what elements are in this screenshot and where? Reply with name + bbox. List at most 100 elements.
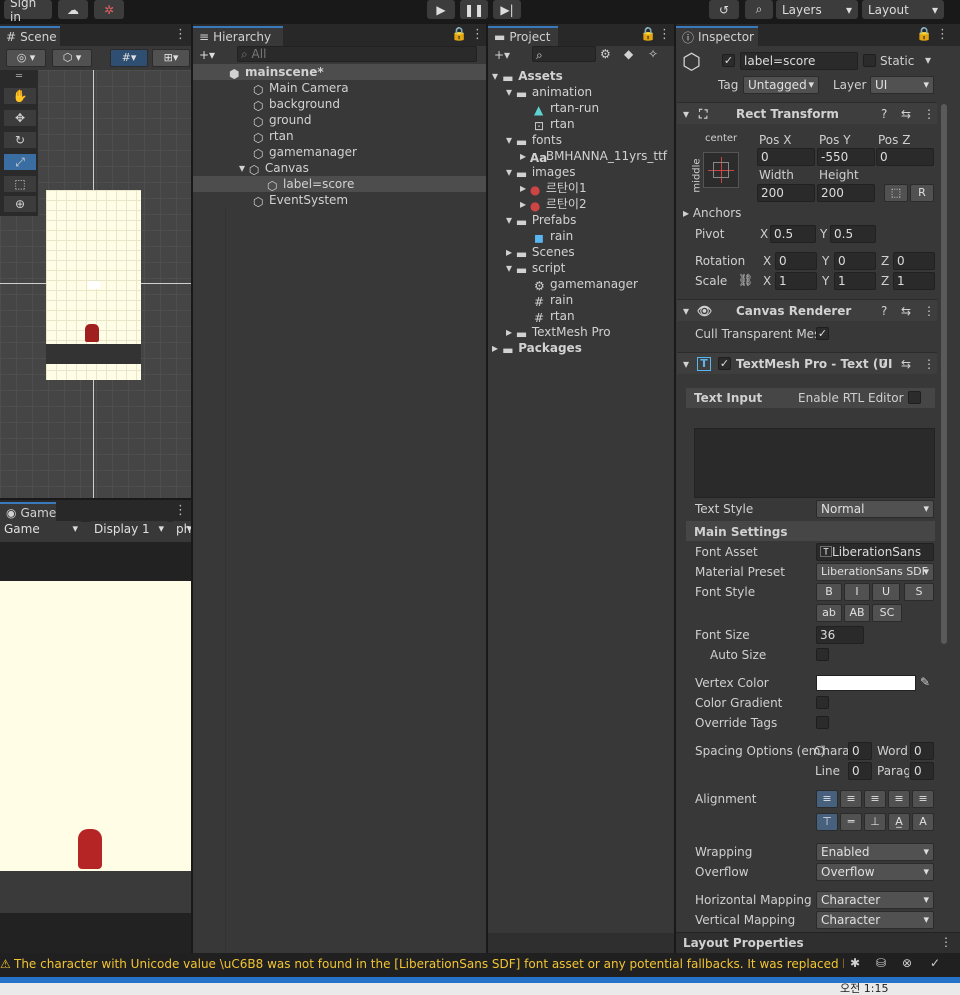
scale-z-field[interactable]: 1 bbox=[893, 272, 935, 290]
cloud-icon[interactable]: ☁ bbox=[58, 0, 88, 19]
valign-midline-button[interactable]: A bbox=[912, 813, 934, 831]
project-item[interactable]: ▸ ● 르탄이2 bbox=[520, 196, 587, 213]
step-button[interactable]: ▶| bbox=[493, 0, 521, 19]
collab-icon[interactable]: ✲ bbox=[94, 0, 124, 19]
rain-sprite[interactable] bbox=[87, 281, 101, 289]
menu-icon[interactable]: ⋮ bbox=[923, 103, 935, 125]
hand-tool-icon[interactable]: ✋ bbox=[4, 88, 36, 104]
italic-button[interactable]: I bbox=[844, 583, 870, 601]
project-item[interactable]: ▾ ▬ script bbox=[506, 260, 565, 277]
preset-icon[interactable]: ⇆ bbox=[901, 103, 911, 125]
valign-middle-button[interactable]: ═ bbox=[840, 813, 862, 831]
font-size-field[interactable]: 36 bbox=[816, 626, 864, 644]
line-spacing-field[interactable]: 0 bbox=[848, 762, 872, 780]
align-justify-button[interactable]: ≡ bbox=[888, 790, 910, 808]
color-gradient-checkbox[interactable] bbox=[816, 696, 829, 709]
rotation-z-field[interactable]: 0 bbox=[893, 252, 935, 270]
layer-dropdown[interactable]: UI bbox=[870, 76, 934, 94]
link-icon[interactable]: ⛓ bbox=[738, 273, 753, 287]
layout-properties-bar[interactable]: Layout Properties ⋮ bbox=[676, 932, 960, 953]
hierarchy-search-input[interactable]: ⌕ All bbox=[237, 46, 477, 62]
rotate-tool-icon[interactable]: ↻ bbox=[4, 132, 36, 148]
override-tags-checkbox[interactable] bbox=[816, 716, 829, 729]
scene-root[interactable]: ⬢ mainscene* bbox=[193, 64, 486, 81]
help-icon[interactable]: ? bbox=[881, 353, 887, 375]
valign-bottom-button[interactable]: ⊥ bbox=[864, 813, 886, 831]
resolution-dropdown[interactable]: pho bbox=[172, 521, 191, 539]
hierarchy-item[interactable]: ⬡ Main Camera bbox=[253, 80, 349, 97]
project-item[interactable]: ▲ rtan-run bbox=[534, 100, 599, 117]
cache-icon[interactable]: ⛁ bbox=[876, 956, 886, 970]
paragraph-spacing-field[interactable]: 0 bbox=[910, 762, 934, 780]
menu-icon[interactable]: ⋮ bbox=[471, 27, 484, 42]
game-viewport[interactable] bbox=[0, 542, 191, 953]
filter-icon[interactable]: ⚙ bbox=[600, 46, 611, 62]
project-item[interactable]: ⊡ rtan bbox=[534, 116, 575, 133]
raw-edit-button[interactable]: R bbox=[910, 184, 934, 202]
tab-project[interactable]: ▬ Project bbox=[488, 26, 558, 46]
blueprint-button[interactable]: ⬚ bbox=[884, 184, 908, 202]
strikethrough-button[interactable]: S bbox=[904, 583, 934, 601]
pivot-y-field[interactable]: 0.5 bbox=[830, 225, 876, 243]
align-center-button[interactable]: ≡ bbox=[840, 790, 862, 808]
hierarchy-item[interactable]: ⬡ ground bbox=[253, 112, 311, 129]
rect-transform-header[interactable]: ▾ ⛶ Rect Transform ? ⇆ ⋮ bbox=[677, 102, 937, 124]
lowercase-button[interactable]: ab bbox=[816, 604, 842, 622]
project-item[interactable]: ▸ ▬ Scenes bbox=[506, 244, 575, 261]
game-mode-dropdown[interactable]: Game bbox=[0, 521, 82, 539]
sign-in-button[interactable]: Sign in bbox=[4, 0, 52, 24]
play-button[interactable]: ▶ bbox=[427, 0, 455, 19]
uppercase-button[interactable]: AB bbox=[844, 604, 870, 622]
add-button[interactable]: +▾ bbox=[494, 47, 510, 63]
hierarchy-item[interactable]: ⬡ rtan bbox=[253, 128, 294, 145]
inspector-scrollbar[interactable] bbox=[941, 104, 947, 644]
shading-dropdown[interactable]: ⬡ ▾ bbox=[52, 49, 92, 67]
scale-x-field[interactable]: 1 bbox=[775, 272, 817, 290]
move-tool-icon[interactable]: ✥ bbox=[4, 110, 36, 126]
wrapping-dropdown[interactable]: Enabled bbox=[816, 843, 934, 861]
text-style-dropdown[interactable]: Normal bbox=[816, 500, 934, 518]
tab-game[interactable]: ◉ Game bbox=[0, 502, 56, 522]
hierarchy-item[interactable]: ⬡ EventSystem bbox=[253, 192, 348, 209]
cull-checkbox[interactable]: ✓ bbox=[816, 327, 829, 340]
rect-tool-icon[interactable]: ⬚ bbox=[4, 176, 36, 192]
text-input-area[interactable] bbox=[694, 428, 935, 498]
menu-icon[interactable]: ⋮ bbox=[940, 935, 952, 949]
canvas-renderer-header[interactable]: ▾ 👁 Canvas Renderer ? ⇆ ⋮ bbox=[677, 299, 937, 321]
project-search-input[interactable]: ⌕ bbox=[532, 46, 596, 62]
menu-icon[interactable]: ⋮ bbox=[936, 27, 949, 42]
check-icon[interactable]: ✓ bbox=[930, 956, 940, 970]
vertex-color-swatch[interactable] bbox=[816, 675, 916, 691]
ground-sprite[interactable] bbox=[46, 344, 141, 364]
anchor-preset-button[interactable] bbox=[703, 152, 739, 188]
project-item[interactable]: ▾ ▬ Assets bbox=[492, 68, 563, 85]
align-flush-button[interactable]: ≡ bbox=[912, 790, 934, 808]
preset-icon[interactable]: ⇆ bbox=[901, 300, 911, 322]
pos-x-field[interactable]: 0 bbox=[757, 148, 815, 166]
align-left-button[interactable]: ≡ bbox=[816, 790, 838, 808]
char-spacing-field[interactable]: 0 bbox=[848, 742, 872, 760]
lock-icon[interactable]: 🔒 bbox=[916, 27, 932, 42]
rotation-y-field[interactable]: 0 bbox=[834, 252, 876, 270]
pos-z-field[interactable]: 0 bbox=[876, 148, 934, 166]
eyedropper-icon[interactable]: ✎ bbox=[920, 675, 930, 689]
status-bar[interactable]: ⚠ The character with Unicode value \uC6B… bbox=[0, 953, 960, 977]
debug-icon[interactable]: ✱ bbox=[850, 956, 860, 970]
pause-button[interactable]: ❚❚ bbox=[460, 0, 488, 19]
project-item[interactable]: ▸ ▬ TextMesh Pro bbox=[506, 324, 611, 341]
gizmo-dropdown[interactable]: ◎ ▾ bbox=[6, 49, 46, 67]
rtan-sprite[interactable] bbox=[85, 324, 99, 342]
overflow-dropdown[interactable]: Overflow bbox=[816, 863, 934, 881]
star-icon[interactable]: ✧ bbox=[648, 46, 658, 62]
pivot-x-field[interactable]: 0.5 bbox=[770, 225, 816, 243]
network-icon[interactable]: ⊗ bbox=[902, 956, 912, 970]
object-name-input[interactable]: label=score bbox=[740, 52, 858, 70]
layers-dropdown[interactable]: Layers ▾ bbox=[776, 0, 858, 19]
project-item[interactable]: ▾ ▬ fonts bbox=[506, 132, 562, 149]
valign-baseline-button[interactable]: A̲ bbox=[888, 813, 910, 831]
help-icon[interactable]: ? bbox=[881, 103, 887, 125]
chevron-down-icon[interactable]: ▾ bbox=[239, 161, 249, 175]
scene-viewport[interactable]: ═ ✋ ✥ ↻ ⤢ ⬚ ⊕ bbox=[0, 70, 191, 498]
project-item[interactable]: ▸ ● 르탄이1 bbox=[520, 180, 587, 197]
hierarchy-item[interactable]: ⬡ gamemanager bbox=[253, 144, 357, 161]
